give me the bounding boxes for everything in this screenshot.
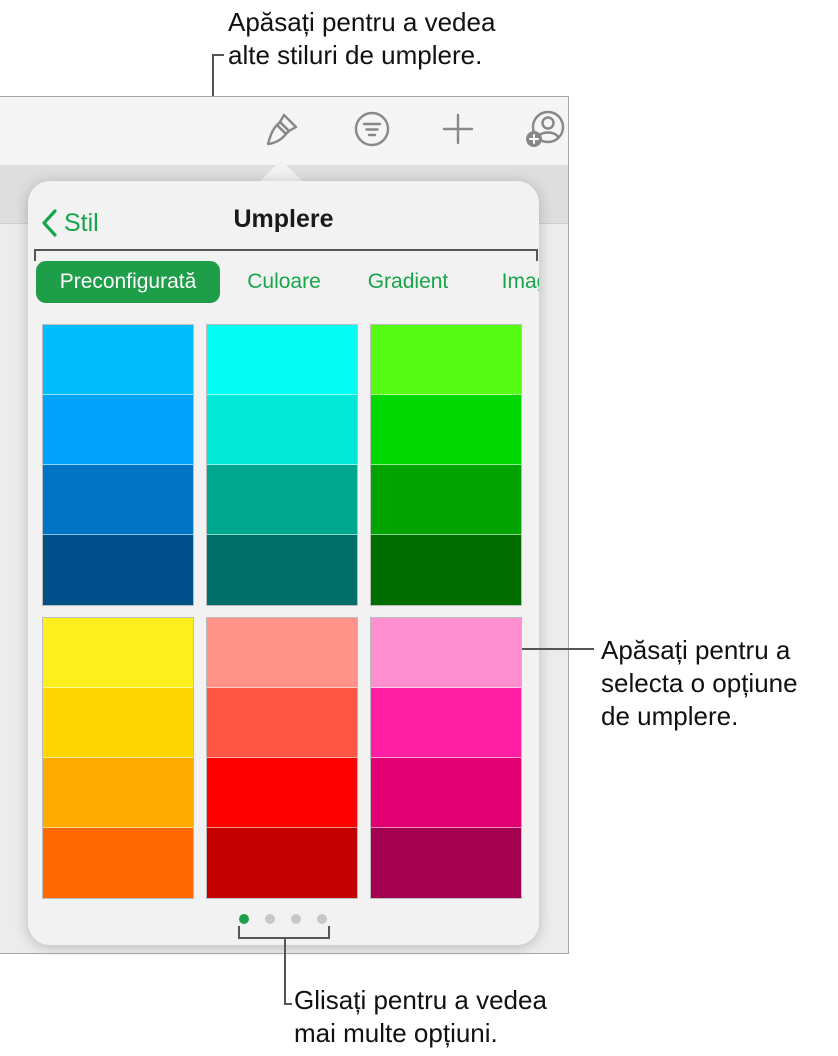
popover-arrow xyxy=(259,160,303,182)
callout-bottom-line-1: Glisați pentru a vedea xyxy=(294,985,547,1015)
color-swatch[interactable] xyxy=(207,618,357,688)
swatch-set[interactable] xyxy=(370,324,522,606)
color-swatch[interactable] xyxy=(207,465,357,535)
swatch-set[interactable] xyxy=(42,617,194,899)
callout-top: Apăsați pentru a vedea alte stiluri de u… xyxy=(228,6,495,72)
collaborate-icon[interactable] xyxy=(522,107,566,151)
color-swatch[interactable] xyxy=(207,325,357,395)
color-swatch[interactable] xyxy=(371,618,521,688)
callout-right-line-1: Apăsați pentru a xyxy=(601,635,791,665)
tabs-bracket-h xyxy=(34,249,538,251)
paintbrush-icon[interactable] xyxy=(260,107,304,151)
swatch-set[interactable] xyxy=(206,617,358,899)
callout-bottom-line-2: mai multe opțiuni. xyxy=(294,1018,498,1048)
color-swatch[interactable] xyxy=(43,758,193,828)
color-swatch[interactable] xyxy=(43,535,193,605)
swatch-set[interactable] xyxy=(42,324,194,606)
callout-right-leader xyxy=(522,648,594,650)
page-dot[interactable] xyxy=(239,914,249,924)
filter-icon[interactable] xyxy=(350,107,394,151)
color-swatch[interactable] xyxy=(43,828,193,898)
color-swatch[interactable] xyxy=(371,535,521,605)
plus-icon[interactable] xyxy=(436,107,480,151)
toolbar xyxy=(0,97,568,166)
callout-right-line-2: selecta o opțiune xyxy=(601,668,798,698)
swatch-set[interactable] xyxy=(206,324,358,606)
page-dot[interactable] xyxy=(291,914,301,924)
color-swatch[interactable] xyxy=(43,325,193,395)
page-indicator xyxy=(28,911,539,927)
fill-style-tabs: Preconfigurată Culoare Gradient Imagine xyxy=(36,261,539,305)
fill-popover: Stil Umplere Preconfigurată Culoare Gradie… xyxy=(28,181,539,945)
callout-bottom-leader-v xyxy=(284,937,286,1005)
color-swatch[interactable] xyxy=(371,828,521,898)
page-dot[interactable] xyxy=(265,914,275,924)
color-swatch[interactable] xyxy=(371,395,521,465)
dots-bracket-right xyxy=(328,926,330,939)
color-swatch[interactable] xyxy=(207,395,357,465)
callout-bottom: Glisați pentru a vedea mai multe opțiuni… xyxy=(294,984,547,1050)
color-swatch[interactable] xyxy=(207,535,357,605)
tab-1[interactable]: Culoare xyxy=(236,261,332,303)
tabs-bracket-left xyxy=(34,249,36,261)
tabs-bracket-right xyxy=(536,249,538,261)
color-swatch[interactable] xyxy=(371,325,521,395)
color-swatch[interactable] xyxy=(371,688,521,758)
tab-0[interactable]: Preconfigurată xyxy=(36,261,220,303)
color-swatch[interactable] xyxy=(207,688,357,758)
callout-top-line-1: Apăsați pentru a vedea xyxy=(228,7,496,37)
color-swatch[interactable] xyxy=(371,758,521,828)
color-swatch[interactable] xyxy=(207,828,357,898)
color-swatch[interactable] xyxy=(43,465,193,535)
color-swatch[interactable] xyxy=(43,618,193,688)
page-dot[interactable] xyxy=(317,914,327,924)
callout-right-line-3: de umplere. xyxy=(601,701,739,731)
tab-3[interactable]: Imagine xyxy=(484,261,539,303)
color-swatch[interactable] xyxy=(43,688,193,758)
color-swatch[interactable] xyxy=(43,395,193,465)
callout-right: Apăsați pentru a selecta o opțiune de um… xyxy=(601,634,798,733)
color-swatch[interactable] xyxy=(371,465,521,535)
callout-top-line-2: alte stiluri de umplere. xyxy=(228,40,483,70)
callout-bottom-leader-h xyxy=(284,1003,292,1005)
dots-bracket-left xyxy=(238,926,240,939)
tab-2[interactable]: Gradient xyxy=(354,261,462,303)
popover-title: Umplere xyxy=(233,205,334,233)
color-swatch[interactable] xyxy=(207,758,357,828)
swatch-set[interactable] xyxy=(370,617,522,899)
